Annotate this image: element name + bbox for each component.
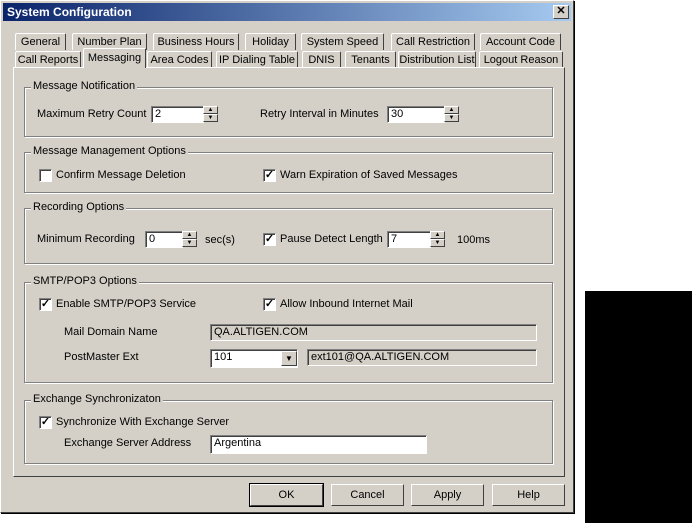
retry-interval-label: Retry Interval in Minutes <box>260 108 379 120</box>
tab-system-speed[interactable]: System Speed <box>301 33 384 50</box>
group-title: Message Management Options <box>31 145 188 157</box>
tab-logout-reason[interactable]: Logout Reason <box>479 51 563 68</box>
tab-ip-dialing-table[interactable]: IP Dialing Table <box>216 51 298 68</box>
tab-call-restriction[interactable]: Call Restriction <box>391 33 475 50</box>
min-recording-spinner[interactable]: ▲ ▼ <box>182 231 197 248</box>
apply-button[interactable]: Apply <box>411 484 484 506</box>
spin-down-icon[interactable]: ▼ <box>182 239 197 247</box>
max-retry-spinner[interactable]: ▲ ▼ <box>203 106 218 123</box>
warn-expiration-checkbox[interactable]: ✓ <box>263 169 276 182</box>
enable-smtp-checkbox[interactable]: ✓ <box>39 298 52 311</box>
tab-account-code[interactable]: Account Code <box>480 33 561 50</box>
group-title: Message Notification <box>31 80 138 92</box>
postmaster-label: PostMaster Ext <box>64 351 139 363</box>
background-black-region <box>585 291 692 523</box>
smtp-options-group: SMTP/POP3 Options ✓ Enable SMTP/POP3 Ser… <box>24 275 553 383</box>
window-title: System Configuration <box>7 5 132 19</box>
tab-distribution-list[interactable]: Distribution List <box>398 51 476 68</box>
tab-general[interactable]: General <box>15 33 66 50</box>
ok-button[interactable]: OK <box>249 483 324 507</box>
mail-domain-field[interactable]: QA.ALTIGEN.COM <box>210 324 537 341</box>
spin-down-icon[interactable]: ▼ <box>203 114 218 122</box>
max-retry-label: Maximum Retry Count <box>37 108 147 120</box>
pause-detect-label: Pause Detect Length <box>280 233 383 245</box>
warn-expiration-label: Warn Expiration of Saved Messages <box>280 169 458 181</box>
spin-up-icon[interactable]: ▲ <box>203 106 218 114</box>
min-recording-unit: sec(s) <box>205 234 235 246</box>
tab-business-hours[interactable]: Business Hours <box>153 33 239 50</box>
title-bar: System Configuration ✕ <box>3 3 571 21</box>
group-title: Recording Options <box>31 201 127 213</box>
system-configuration-dialog: System Configuration ✕ General Number Pl… <box>0 0 574 513</box>
enable-smtp-label: Enable SMTP/POP3 Service <box>56 298 197 310</box>
mail-domain-label: Mail Domain Name <box>64 326 158 338</box>
min-recording-input[interactable]: 0 <box>145 231 183 248</box>
max-retry-input[interactable]: 2 <box>151 106 204 123</box>
spin-up-icon[interactable]: ▲ <box>444 106 459 114</box>
chevron-down-icon[interactable]: ▼ <box>281 351 297 366</box>
spin-down-icon[interactable]: ▼ <box>444 114 459 122</box>
tab-tenants[interactable]: Tenants <box>345 51 396 68</box>
exchange-server-input[interactable]: Argentina <box>210 435 427 454</box>
postmaster-email-field: ext101@QA.ALTIGEN.COM <box>307 349 537 366</box>
cancel-button[interactable]: Cancel <box>331 484 404 506</box>
tab-call-reports[interactable]: Call Reports <box>15 51 81 68</box>
pause-detect-input[interactable]: 7 <box>387 231 431 248</box>
close-button[interactable]: ✕ <box>553 5 569 19</box>
min-recording-label: Minimum Recording <box>37 233 135 245</box>
tab-messaging[interactable]: Messaging <box>83 48 146 68</box>
sync-exchange-checkbox[interactable]: ✓ <box>39 416 52 429</box>
tab-holiday[interactable]: Holiday <box>245 33 296 50</box>
group-title: Exchange Synchronizaton <box>31 393 163 405</box>
pause-detect-unit: 100ms <box>457 234 491 246</box>
confirm-deletion-checkbox[interactable] <box>39 169 52 182</box>
pause-detect-checkbox[interactable]: ✓ <box>263 233 276 246</box>
recording-options-group: Recording Options Minimum Recording 0 ▲ … <box>24 201 553 264</box>
tab-dnis[interactable]: DNIS <box>302 51 341 68</box>
confirm-deletion-label: Confirm Message Deletion <box>56 169 186 181</box>
allow-inbound-label: Allow Inbound Internet Mail <box>280 298 413 310</box>
exchange-sync-group: Exchange Synchronizaton ✓ Synchronize Wi… <box>24 393 553 464</box>
spin-up-icon[interactable]: ▲ <box>182 231 197 239</box>
help-button[interactable]: Help <box>492 484 565 506</box>
exchange-server-label: Exchange Server Address <box>64 437 192 449</box>
spin-up-icon[interactable]: ▲ <box>430 231 445 239</box>
spin-down-icon[interactable]: ▼ <box>430 239 445 247</box>
messaging-panel: Message Notification Maximum Retry Count… <box>13 67 565 477</box>
tab-area-codes[interactable]: Area Codes <box>147 51 212 68</box>
message-notification-group: Message Notification Maximum Retry Count… <box>24 80 553 137</box>
pause-detect-spinner[interactable]: ▲ ▼ <box>430 231 445 248</box>
group-title: SMTP/POP3 Options <box>31 275 139 287</box>
sync-exchange-label: Synchronize With Exchange Server <box>56 416 230 428</box>
retry-interval-input[interactable]: 30 <box>387 106 445 123</box>
retry-interval-spinner[interactable]: ▲ ▼ <box>444 106 459 123</box>
message-management-group: Message Management Options Confirm Messa… <box>24 145 553 193</box>
allow-inbound-checkbox[interactable]: ✓ <box>263 298 276 311</box>
